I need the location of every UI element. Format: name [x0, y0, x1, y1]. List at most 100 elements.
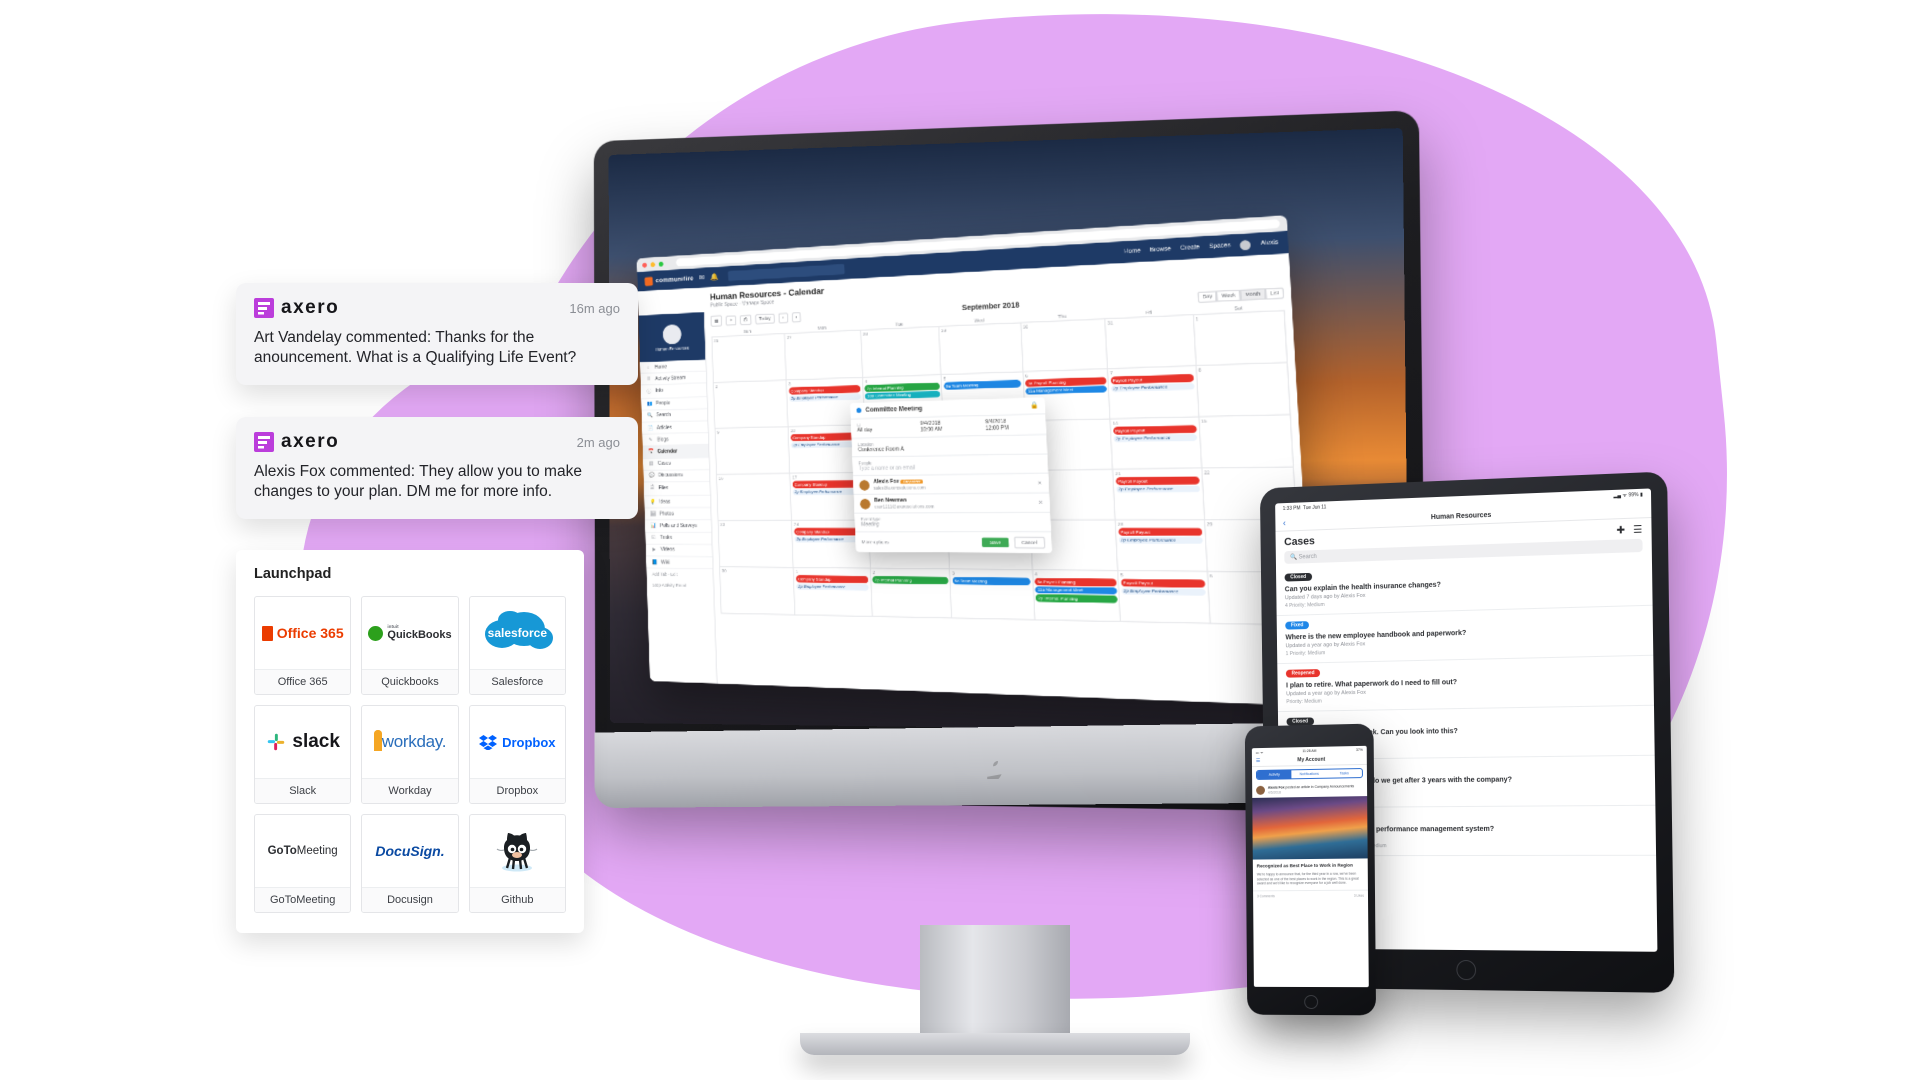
event-type-cell[interactable]: Event type Meeting — [854, 513, 1051, 531]
event-more-options-link[interactable]: More options — [862, 539, 977, 545]
notification-card[interactable]: axero 16m ago Art Vandelay commented: Th… — [236, 283, 638, 385]
phone-post-author[interactable]: Alexis Fox — [1268, 785, 1285, 789]
calendar-next-button[interactable]: › — [791, 311, 802, 323]
event-save-button[interactable]: Save — [981, 537, 1009, 548]
calendar-view-month[interactable]: Month — [1240, 287, 1266, 301]
event-cancel-button[interactable]: Cancel — [1013, 536, 1046, 549]
calendar-day-cell[interactable]: 28 — [861, 326, 942, 378]
phone-tab-notifications[interactable]: Notifications — [1292, 770, 1327, 779]
calendar-day-cell[interactable]: 29 — [939, 323, 1024, 376]
calendar-event[interactable]: 11a Management Meet — [1035, 586, 1117, 595]
phone-tab-activity[interactable]: Activity — [1256, 770, 1292, 779]
calendar-day-cell[interactable]: 21 Payroll Payout 2p Employee Performance — [1113, 468, 1205, 521]
calendar-event[interactable]: Company Standup — [795, 575, 869, 583]
calendar-today-button[interactable]: Today — [754, 312, 775, 324]
event-start-cell[interactable]: 9/4/2018 10:00 AM — [914, 416, 980, 436]
avatar[interactable] — [1256, 785, 1265, 795]
remove-attendee-icon[interactable]: ✕ — [1037, 480, 1042, 487]
launchpad-tile-office-365[interactable]: Office 365 Office 365 — [254, 596, 352, 695]
event-location-cell[interactable]: Location Conference Room A — [851, 435, 1047, 457]
tablet-home-button[interactable] — [1455, 959, 1476, 981]
sidebar-item-tasks[interactable]: ☑ Tasks — [645, 532, 712, 545]
launchpad-tile-quickbooks[interactable]: intuit QuickBooks Quickbooks — [361, 596, 459, 695]
calendar-event[interactable]: 9a Team Meeting — [952, 576, 1031, 585]
global-search-input[interactable] — [727, 264, 845, 282]
case-list-item[interactable]: Fixed Where is the new employee handbook … — [1276, 605, 1654, 665]
calendar-view-day[interactable]: Day — [1197, 290, 1218, 303]
phone-like-count[interactable]: 3 Likes — [1354, 893, 1364, 897]
phone-article-title[interactable]: Recognized as Best Place to Work in Regi… — [1257, 863, 1364, 870]
sidebar-item-files[interactable]: 🗎 Files — [643, 481, 711, 497]
launchpad-tile-dropbox[interactable]: Dropbox Dropbox — [468, 705, 566, 804]
calendar-day-cell[interactable]: 4 9a Payroll Planning 11a Management Meet 2… — [1032, 570, 1122, 623]
calendar-event[interactable]: 2p Employee Performance — [1113, 433, 1198, 443]
calendar-event[interactable]: 2p Internal Planning — [872, 576, 949, 584]
filter-icon[interactable]: ☰ — [1633, 524, 1642, 536]
calendar-day-cell[interactable]: 28 Payroll Payout 2p Employee Performance — [1115, 520, 1208, 572]
sidebar-item-ideas[interactable]: 💡 Ideas — [644, 495, 711, 509]
calendar-day-cell[interactable]: 30 — [1021, 319, 1109, 373]
event-people-cell[interactable]: People Type a name or an email — [852, 454, 1048, 475]
remove-attendee-icon[interactable]: ✕ — [1038, 499, 1043, 506]
calendar-day-cell[interactable]: 1 Company Standup 2p Employee Performance — [794, 567, 873, 617]
case-list-item[interactable]: Reopened I plan to retire. What paperwork… — [1277, 655, 1654, 713]
calendar-view-week[interactable]: Week — [1216, 289, 1241, 302]
communifire-logo[interactable]: communifire — [644, 274, 694, 286]
calendar-event[interactable]: 2p Employee Performance — [1115, 484, 1201, 493]
nav-user[interactable]: Alexis — [1260, 239, 1278, 247]
launchpad-tile-github[interactable]: Github — [468, 814, 566, 913]
calendar-day-cell[interactable]: 9 — [715, 427, 791, 475]
sidebar-item-videos[interactable]: ▶ Videos — [645, 544, 713, 558]
calendar-event[interactable]: 2p Internal Planning — [1035, 594, 1118, 603]
launchpad-tile-salesforce[interactable]: salesforce Salesforce — [468, 596, 566, 695]
nav-spaces[interactable]: Spaces — [1209, 242, 1231, 250]
nav-create[interactable]: Create — [1180, 244, 1200, 252]
nav-browse[interactable]: Browse — [1150, 246, 1171, 254]
launchpad-tile-gotomeeting[interactable]: GoToMeeting GoToMeeting — [254, 814, 352, 913]
calendar-event[interactable]: 2p Employee Performance — [789, 392, 862, 402]
event-type-select[interactable]: Meeting — [861, 522, 1044, 529]
window-minimize-icon[interactable] — [650, 261, 656, 267]
calendar-event[interactable]: 2p Employee Performance — [1118, 536, 1204, 544]
launchpad-tile-docusign[interactable]: DocuSign. Docusign — [361, 814, 459, 913]
sidebar-item-calendar[interactable]: 📅 Calendar — [642, 445, 709, 459]
calendar-event[interactable]: Payroll Payout — [1112, 425, 1197, 435]
calendar-day-cell[interactable]: 27 — [785, 330, 863, 381]
bell-icon[interactable]: 🔔 — [710, 273, 718, 281]
window-maximize-icon[interactable] — [658, 261, 664, 267]
calendar-print-icon[interactable]: ⎙ — [739, 314, 752, 325]
calendar-day-cell[interactable]: 26 — [712, 334, 788, 384]
event-end-cell[interactable]: 9/4/2018 12:00 PM — [979, 414, 1047, 435]
phone-home-button[interactable] — [1304, 994, 1319, 1010]
calendar-day-cell[interactable]: 23 — [718, 520, 795, 568]
notification-card[interactable]: axero 2m ago Alexis Fox commented: They … — [236, 417, 638, 519]
sidebar-item-discussions[interactable]: 💬 Discussions — [643, 469, 710, 483]
calendar-day-cell[interactable]: 15 — [1199, 415, 1294, 469]
calendar-event[interactable]: Payroll Payout — [1120, 578, 1206, 588]
calendar-event[interactable]: 11a Management Meet — [1025, 385, 1107, 395]
calendar-prev-button[interactable]: ‹ — [778, 312, 788, 323]
calendar-day-cell[interactable]: 1 — [1193, 311, 1288, 367]
calendar-event[interactable]: 9a Payroll Planning — [1034, 577, 1117, 587]
launchpad-tile-slack[interactable]: slack Slack — [254, 705, 352, 804]
calendar-view-list[interactable]: List — [1265, 286, 1285, 300]
lock-icon[interactable]: 🔒 — [1030, 402, 1039, 410]
calendar-event[interactable]: 2p Employee Performance — [1120, 587, 1206, 596]
calendar-event[interactable]: 9a Team Meeting — [943, 379, 1022, 390]
add-case-icon[interactable]: ✚ — [1616, 525, 1625, 536]
calendar-day-cell[interactable]: 30 — [720, 567, 796, 616]
calendar-day-cell[interactable]: 31 — [1105, 315, 1197, 370]
calendar-event[interactable]: 2p Employee Performance — [1110, 382, 1195, 393]
calendar-day-cell[interactable]: 16 — [716, 473, 793, 521]
calendar-day-cell[interactable]: 2 2p Internal Planning — [870, 568, 953, 619]
calendar-add-icon[interactable]: + — [725, 314, 737, 326]
phone-tab-tasks[interactable]: Tasks — [1327, 769, 1362, 778]
calendar-event[interactable]: 10a Committee Meeting — [865, 390, 941, 400]
nav-home[interactable]: Home — [1124, 248, 1141, 256]
sidebar-item-cases[interactable]: ▤ Cases — [642, 457, 710, 471]
sidebar-stop-activity-email[interactable]: Stop Activity Email — [647, 580, 714, 592]
calendar-view-grid-icon[interactable]: ▦ — [710, 315, 723, 327]
calendar-event[interactable]: 2p Employee Performance — [796, 582, 870, 591]
calendar-day-cell[interactable]: 5 Payroll Payout 2p Employee Performance — [1118, 571, 1211, 624]
calendar-event[interactable]: Payroll Payout — [1115, 476, 1200, 485]
